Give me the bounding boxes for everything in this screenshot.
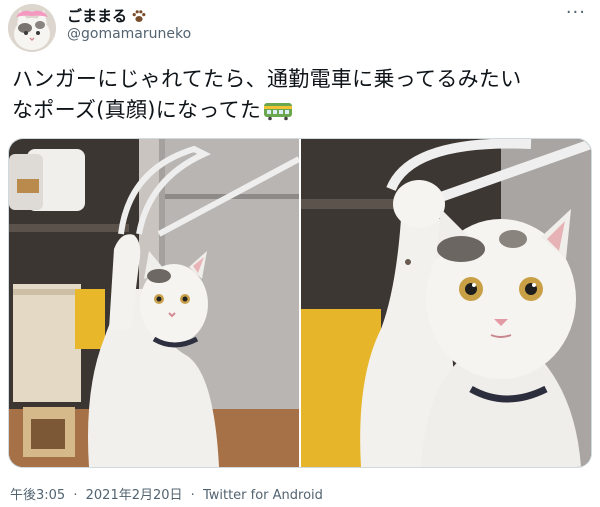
meta-separator: ·: [73, 488, 78, 503]
avatar[interactable]: [8, 4, 56, 52]
display-name-text: ごままる: [67, 7, 128, 25]
user-handle[interactable]: @gomamaruneko: [67, 26, 191, 42]
display-name[interactable]: ごままる: [67, 5, 147, 26]
tweet-text-line-2: なポーズ(真顔)になってた: [12, 98, 262, 122]
cat-avatar-icon: [8, 4, 56, 52]
media-grid: [8, 138, 592, 468]
tweet-text-line-1: ハンガーにじゃれてたら、通勤電車に乗ってるみたい: [12, 67, 522, 91]
cat-photo-icon: [9, 139, 299, 467]
tweet-source[interactable]: Twitter for Android: [203, 488, 323, 503]
paw-print-icon: [132, 9, 146, 22]
tweet-meta: 午後3:05 · 2021年2月20日 · Twitter for Androi…: [10, 484, 323, 503]
meta-separator: ·: [190, 488, 195, 503]
photo-cat-closeup[interactable]: [301, 139, 591, 467]
tweet-date[interactable]: 2021年2月20日: [86, 488, 183, 503]
tweet-time[interactable]: 午後3:05: [10, 488, 65, 503]
tweet-text: ハンガーにじゃれてたら、通勤電車に乗ってるみたい なポーズ(真顔)になってた: [12, 64, 592, 130]
more-options-icon[interactable]: ···: [566, 2, 586, 23]
train-icon: [263, 99, 293, 130]
photo-cat-full[interactable]: [9, 139, 299, 467]
cat-photo-icon: [301, 139, 591, 467]
